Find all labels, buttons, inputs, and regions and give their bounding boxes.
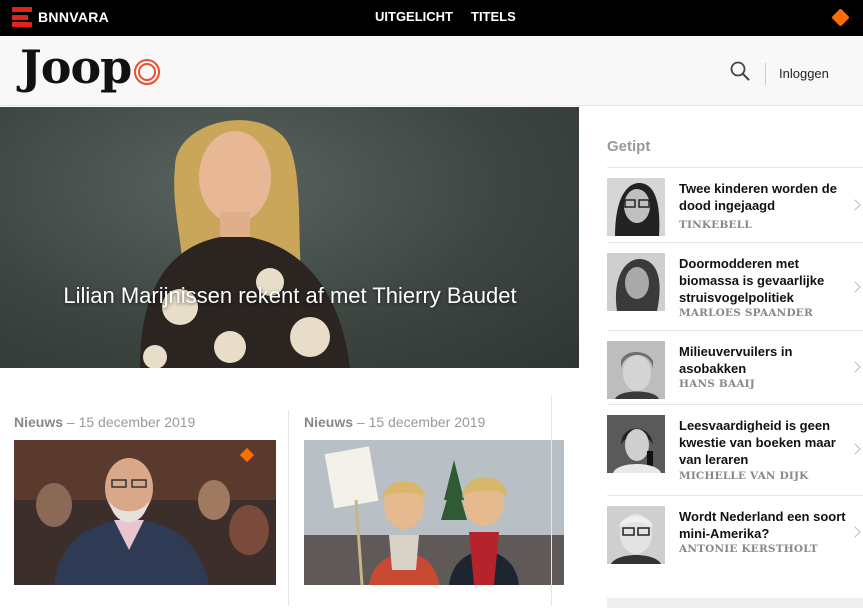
sidebar-item-author[interactable]: HANS BAAIJ bbox=[679, 378, 755, 390]
sidebar-item-title[interactable]: Leesvaardigheid is geen kwestie van boek… bbox=[679, 417, 851, 468]
sidebar-item[interactable]: Doormodderen met biomassa is gevaarlijke… bbox=[607, 242, 863, 330]
login-link[interactable]: Inloggen bbox=[779, 66, 829, 81]
meta-separator: – bbox=[356, 414, 365, 430]
article-category[interactable]: Nieuws bbox=[304, 414, 353, 430]
sidebar-item-author[interactable]: MARLOES SPAANDER bbox=[679, 307, 813, 319]
bnnvara-logo[interactable]: BNNVARA bbox=[12, 7, 109, 27]
sidebar-item-title[interactable]: Wordt Nederland een soort mini-Amerika? bbox=[679, 508, 851, 542]
site-header: Joop Inloggen bbox=[0, 36, 863, 106]
article-meta: Nieuws – 15 december 2019 bbox=[14, 414, 276, 430]
hero-article[interactable]: Lilian Marijnissen rekent af met Thierry… bbox=[0, 107, 579, 368]
sidebar-title: Getipt bbox=[607, 138, 651, 155]
hero-portrait-image bbox=[140, 120, 350, 368]
author-avatar bbox=[607, 341, 665, 399]
joop-logo[interactable]: Joop bbox=[20, 40, 161, 94]
article-card[interactable]: Nieuws – 15 december 2019 bbox=[14, 414, 276, 585]
studio-guest-image bbox=[14, 440, 276, 585]
chevron-right-icon bbox=[849, 281, 861, 293]
search-icon[interactable] bbox=[730, 61, 750, 81]
target-icon bbox=[134, 59, 161, 85]
article-image[interactable] bbox=[304, 440, 564, 585]
bnnvara-mark-icon bbox=[12, 7, 32, 27]
sidebar-item[interactable]: Twee kinderen worden de dood ingejaagd T… bbox=[607, 167, 863, 242]
header-divider bbox=[765, 63, 766, 85]
chevron-right-icon bbox=[849, 361, 861, 373]
sidebar-footer-strip bbox=[607, 598, 863, 608]
sidebar-item[interactable]: Milieuvervuilers in asobakken HANS BAAIJ bbox=[607, 330, 863, 404]
sidebar-item[interactable]: Wordt Nederland een soort mini-Amerika? … bbox=[607, 495, 863, 569]
chevron-right-icon bbox=[849, 199, 861, 211]
top-bar: BNNVARA UITGELICHT TITELS bbox=[0, 0, 863, 36]
chevron-right-icon bbox=[849, 443, 861, 455]
sidebar-item-title[interactable]: Milieuvervuilers in asobakken bbox=[679, 343, 851, 377]
sidebar-item[interactable]: Leesvaardigheid is geen kwestie van boek… bbox=[607, 404, 863, 495]
top-nav: UITGELICHT TITELS bbox=[375, 9, 516, 24]
sidebar-item-author[interactable]: TINKEBELL bbox=[679, 219, 752, 231]
npo-icon[interactable] bbox=[831, 8, 850, 27]
article-category[interactable]: Nieuws bbox=[14, 414, 63, 430]
hero-title[interactable]: Lilian Marijnissen rekent af met Thierry… bbox=[60, 283, 520, 309]
sidebar-item-author[interactable]: ANTONIE KERSTHOLT bbox=[679, 543, 818, 555]
author-avatar bbox=[607, 178, 665, 236]
chevron-right-icon bbox=[849, 526, 861, 538]
article-card[interactable]: Nieuws – 15 december 2019 bbox=[304, 414, 566, 585]
bnnvara-label: BNNVARA bbox=[38, 9, 110, 25]
sidebar-item-title[interactable]: Doormodderen met biomassa is gevaarlijke… bbox=[679, 255, 851, 306]
nav-titels[interactable]: TITELS bbox=[471, 9, 516, 24]
author-avatar bbox=[607, 506, 665, 564]
author-avatar bbox=[607, 253, 665, 311]
article-date: 15 december 2019 bbox=[78, 414, 196, 430]
author-avatar bbox=[607, 415, 665, 473]
sidebar-item-title[interactable]: Twee kinderen worden de dood ingejaagd bbox=[679, 180, 851, 214]
column-divider bbox=[551, 395, 552, 606]
article-image[interactable] bbox=[14, 440, 276, 585]
column-divider bbox=[288, 410, 289, 606]
article-meta: Nieuws – 15 december 2019 bbox=[304, 414, 566, 430]
article-date: 15 december 2019 bbox=[368, 414, 486, 430]
nav-uitgelicht[interactable]: UITGELICHT bbox=[375, 9, 453, 24]
sidebar-item-author[interactable]: MICHELLE VAN DIJK bbox=[679, 470, 808, 482]
meta-separator: – bbox=[66, 414, 75, 430]
protest-image bbox=[304, 440, 564, 585]
joop-logo-text: Joop bbox=[20, 40, 132, 94]
